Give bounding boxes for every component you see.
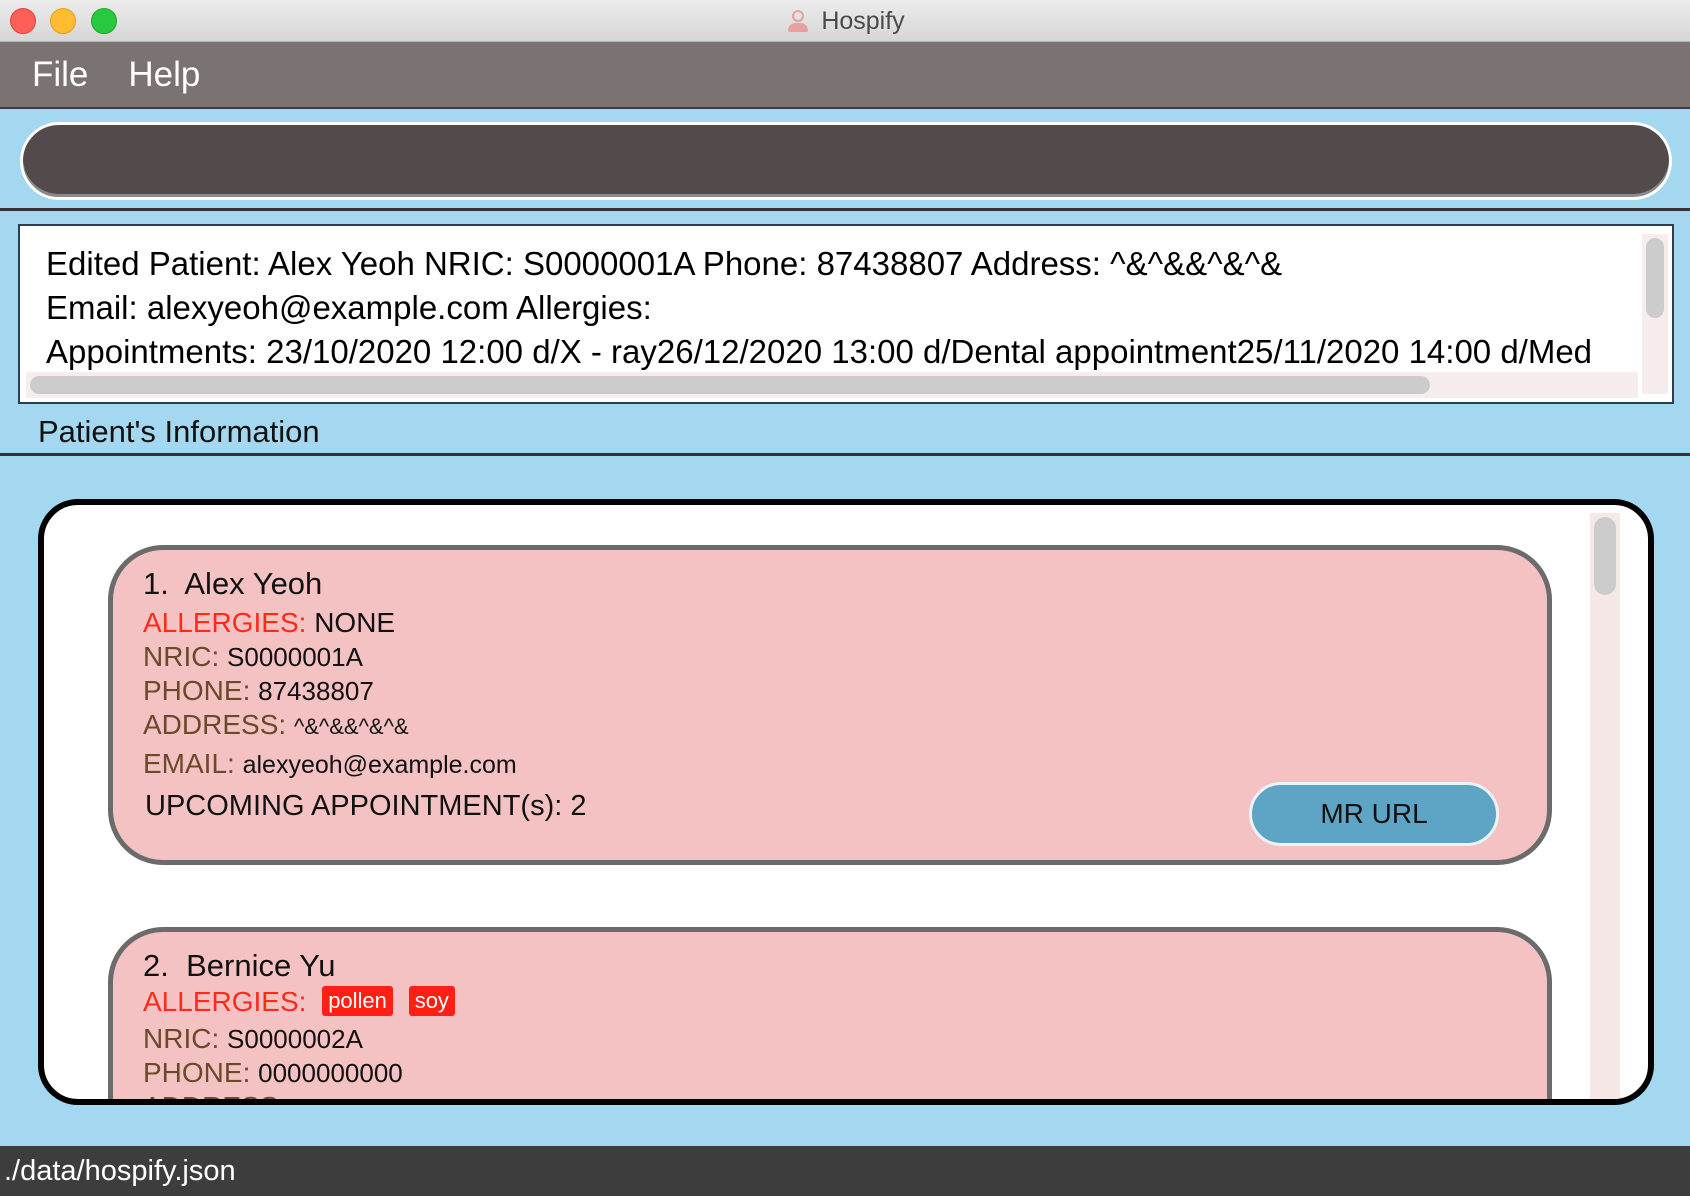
nric-label: NRIC: bbox=[143, 1023, 220, 1054]
patient-index: 1. bbox=[143, 566, 169, 601]
result-line: Edited Patient: Alex Yeoh NRIC: S0000001… bbox=[46, 245, 1283, 282]
address-row: ADDRESS: ^&^&&^&^& bbox=[143, 709, 409, 741]
data-file-path: ./data/hospify.json bbox=[4, 1154, 236, 1187]
app-person-icon bbox=[785, 8, 811, 34]
allergies-row: ALLERGIES: NONE bbox=[143, 607, 395, 639]
menu-bar: File Help bbox=[0, 42, 1690, 109]
result-vertical-scrollbar[interactable] bbox=[1642, 234, 1668, 394]
phone-row: PHONE: 87438807 bbox=[143, 675, 374, 707]
email-value: alexyeoh@example.com bbox=[242, 751, 517, 779]
upcoming-appointments: UPCOMING APPOINTMENT(s): 2 bbox=[145, 790, 587, 822]
phone-row: PHONE: 0000000000 bbox=[143, 1057, 403, 1089]
title-bar: Hospify bbox=[0, 0, 1690, 42]
result-line: Appointments: 23/10/2020 12:00 d/X - ray… bbox=[46, 333, 1593, 370]
nric-value: S0000001A bbox=[227, 642, 363, 672]
nric-label: NRIC: bbox=[143, 641, 220, 672]
command-box-area bbox=[0, 111, 1690, 211]
email-row: EMAIL: alexyeoh@example.com bbox=[143, 748, 517, 780]
address-row: ADDRESS: Blk 30 Lorong 3 Serangoon Garde… bbox=[143, 1091, 733, 1099]
result-display: Edited Patient: Alex Yeoh NRIC: S0000001… bbox=[18, 224, 1674, 404]
patient-card[interactable]: 2. Bernice Yu ALLERGIES: pollen soy NRIC… bbox=[108, 927, 1552, 1099]
result-vertical-scroll-thumb[interactable] bbox=[1646, 238, 1664, 318]
address-label: ADDRESS: bbox=[143, 1091, 286, 1099]
result-horizontal-scroll-thumb[interactable] bbox=[30, 376, 1430, 394]
allergies-row: ALLERGIES: pollen soy bbox=[143, 986, 455, 1018]
patient-name: Alex Yeoh bbox=[184, 566, 323, 601]
command-input[interactable] bbox=[20, 122, 1672, 200]
allergy-tag: pollen bbox=[322, 986, 393, 1016]
menu-file[interactable]: File bbox=[32, 55, 88, 95]
allergies-label: ALLERGIES: bbox=[143, 607, 307, 638]
nric-row: NRIC: S0000002A bbox=[143, 1023, 363, 1055]
window-title-group: Hospify bbox=[0, 0, 1690, 42]
address-value: Blk 30 Lorong 3 Serangoon Gardens, #07-1… bbox=[294, 1096, 733, 1099]
nric-row: NRIC: S0000001A bbox=[143, 641, 363, 673]
patient-name-line: 2. Bernice Yu bbox=[143, 948, 335, 984]
phone-label: PHONE: bbox=[143, 1057, 251, 1088]
result-line: Email: alexyeoh@example.com Allergies: bbox=[46, 289, 652, 326]
patient-list-scroll-thumb[interactable] bbox=[1594, 517, 1616, 595]
patient-card[interactable]: 1. Alex Yeoh ALLERGIES: NONE NRIC: S0000… bbox=[108, 545, 1552, 865]
patient-index: 2. bbox=[143, 948, 169, 983]
mr-url-button[interactable]: MR URL bbox=[1249, 782, 1499, 846]
section-title: Patient's Information bbox=[38, 414, 320, 449]
patient-name: Bernice Yu bbox=[186, 948, 336, 983]
window-title: Hospify bbox=[821, 6, 905, 35]
section-divider bbox=[0, 453, 1690, 456]
address-value: ^&^&&^&^& bbox=[293, 714, 409, 739]
allergy-tag: soy bbox=[408, 986, 455, 1016]
phone-label: PHONE: bbox=[143, 675, 251, 706]
status-bar: ./data/hospify.json bbox=[0, 1146, 1690, 1196]
allergies-label: ALLERGIES: bbox=[143, 986, 307, 1017]
patient-list: 1. Alex Yeoh ALLERGIES: NONE NRIC: S0000… bbox=[38, 499, 1654, 1105]
phone-value: 0000000000 bbox=[258, 1058, 403, 1088]
address-label: ADDRESS: bbox=[143, 709, 287, 740]
nric-value: S0000002A bbox=[227, 1024, 363, 1054]
menu-help[interactable]: Help bbox=[128, 55, 200, 95]
phone-value: 87438807 bbox=[258, 676, 374, 706]
patient-list-scrollbar[interactable] bbox=[1590, 513, 1620, 1099]
result-horizontal-scrollbar[interactable] bbox=[26, 372, 1638, 398]
result-text: Edited Patient: Alex Yeoh NRIC: S0000001… bbox=[46, 242, 1656, 374]
email-label: EMAIL: bbox=[143, 748, 235, 779]
allergies-value: NONE bbox=[314, 607, 396, 638]
patient-name-line: 1. Alex Yeoh bbox=[143, 566, 322, 602]
